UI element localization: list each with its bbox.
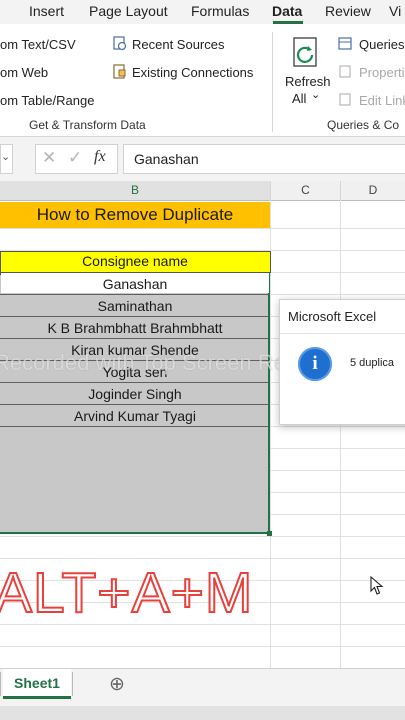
cell-border [0,382,268,383]
chevron-down-icon[interactable]: ⌄ [1,150,10,163]
queries-group-label: Queries & Co [327,118,400,132]
gridline [0,228,405,229]
formula-input-value: Ganashan [134,151,199,167]
sheet-tab-sheet1[interactable]: Sheet1 [3,669,71,699]
dialog-divider [280,333,405,334]
info-icon: i [298,347,332,381]
data-cell[interactable]: Arvind Kumar Tyagi [0,408,270,424]
dialog-title: Microsoft Excel [288,309,377,324]
tab-insert[interactable]: Insert [29,3,64,19]
existing-connections-button[interactable]: Existing Connections [132,65,253,80]
cell-border [0,316,268,317]
sheet-tab-label: Sheet1 [14,675,60,691]
gridline [0,624,405,625]
ribbon: om Text/CSV om Web om Table/Range Recent… [0,24,405,137]
gridline [340,200,341,668]
dialog-title-bar[interactable]: Microsoft Excel [280,300,405,333]
dialog-message: 5 duplica [350,357,395,369]
data-cell[interactable]: Joginder Singh [0,386,270,402]
refresh-all-label[interactable]: Refresh [285,74,331,89]
data-cell[interactable]: Ganashan [0,276,270,292]
properties-button[interactable]: Properti [359,65,405,80]
ribbon-tab-bar: Insert Page Layout Formulas Data Review … [0,0,405,24]
chevron-down-icon[interactable]: ⌄ [311,88,320,101]
from-web-button[interactable]: om Web [0,65,48,80]
sheet-title: How to Remove Duplicate [36,205,234,224]
edit-links-button[interactable]: Edit Link [359,93,405,108]
gridline [0,536,405,537]
refresh-all-label-line2[interactable]: All [292,91,306,106]
existing-connections-icon [113,64,126,79]
cell-border [0,294,268,295]
recent-sources-button[interactable]: Recent Sources [132,37,225,52]
mouse-cursor-icon [370,576,384,595]
queries-connections-button[interactable]: Queries [359,37,405,52]
tab-divider [0,672,1,696]
gridline [0,646,405,647]
tab-review[interactable]: Review [325,3,371,19]
from-table-range-button[interactable]: om Table/Range [0,93,94,108]
tab-data[interactable]: Data [272,3,302,19]
message-dialog: Microsoft Excel i 5 duplica [279,299,405,425]
column-header-c[interactable]: C [271,181,341,201]
cell-border [0,404,268,405]
ribbon-group-divider [272,32,273,132]
tab-view[interactable]: Vi [389,3,401,19]
tab-page-layout[interactable]: Page Layout [89,3,168,19]
refresh-all-icon [293,37,317,67]
cell-border [0,426,268,427]
column-header-b[interactable]: B [0,181,271,201]
info-icon-glyph: i [312,353,318,374]
data-cell[interactable]: Saminathan [0,298,270,314]
name-box[interactable]: ⌄ [0,144,13,174]
gridline [0,558,405,559]
insert-function-icon[interactable]: fx [94,148,106,166]
consignee-header: Consignee name [82,253,188,269]
cell-border [0,338,268,339]
sheet-tab-bar: Sheet1 ⊕ [0,668,405,707]
shortcut-overlay-text: ALT+A+M [0,562,254,624]
cancel-icon[interactable]: ✕ [42,148,56,168]
column-header-d[interactable]: D [341,181,405,201]
fill-handle[interactable] [267,531,272,536]
formula-input[interactable]: Ganashan [123,144,405,174]
status-bar [0,706,405,720]
get-transform-group-label: Get & Transform Data [29,118,146,132]
edit-links-icon [339,93,351,106]
from-text-csv-button[interactable]: om Text/CSV [0,37,76,52]
enter-icon[interactable]: ✓ [68,148,82,168]
data-cell[interactable]: K B Brahmbhatt Brahmbhatt [0,320,270,336]
tab-formulas[interactable]: Formulas [191,3,249,19]
formula-controls: ✕ ✓ fx [35,144,118,174]
properties-icon [339,65,351,78]
recent-sources-icon [113,36,127,51]
add-sheet-icon[interactable]: ⊕ [109,673,125,696]
tab-divider [72,672,73,696]
queries-connections-icon [338,37,352,50]
